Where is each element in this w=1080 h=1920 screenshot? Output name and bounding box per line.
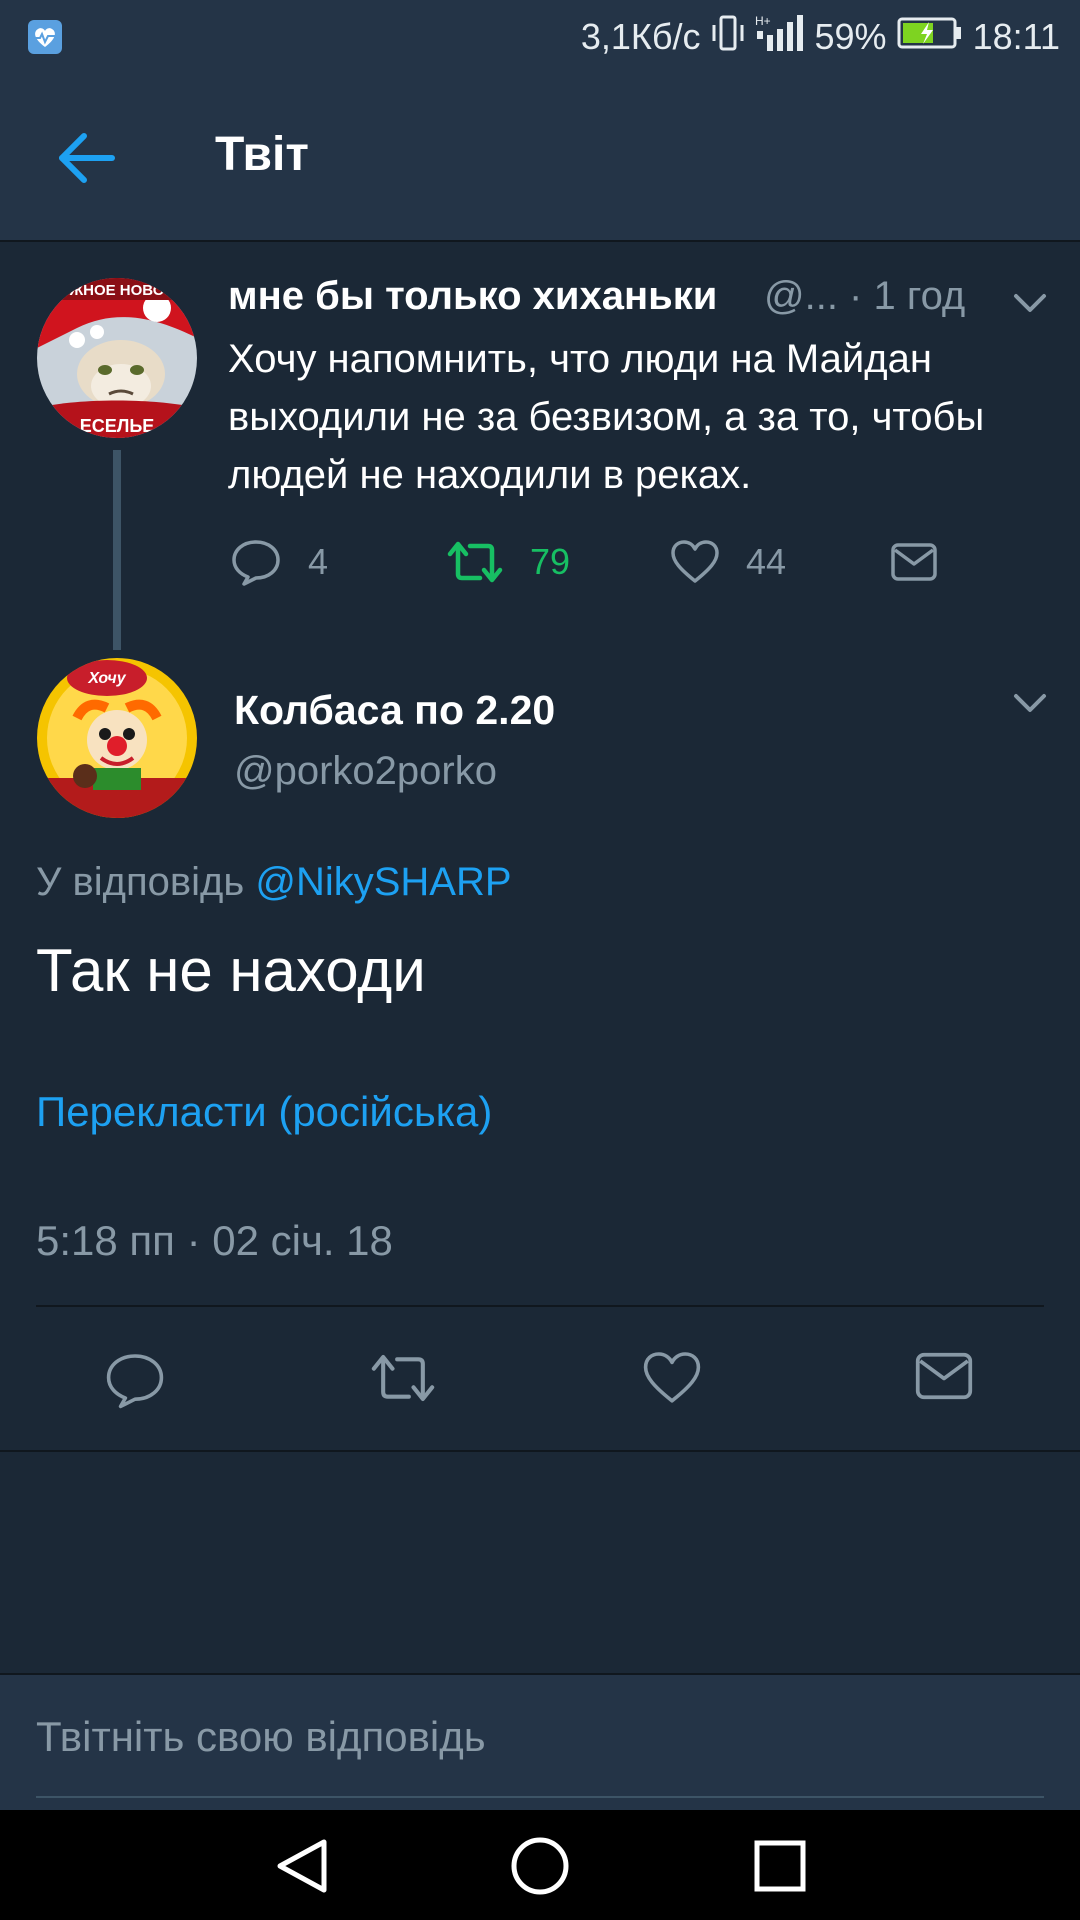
like-button[interactable] — [642, 1350, 706, 1410]
back-button[interactable] — [48, 123, 128, 193]
parent-message-button[interactable] — [890, 536, 938, 588]
retweet-icon — [447, 541, 503, 583]
parent-reply-count: 4 — [308, 541, 329, 582]
parent-like-count: 44 — [746, 541, 787, 582]
signal-icon: H+ — [755, 13, 805, 62]
clown-avatar-image: Хочу — [37, 658, 197, 818]
app-header: Твіт — [0, 75, 1080, 242]
thread-line — [113, 450, 121, 650]
page-title: Твіт — [215, 128, 309, 181]
reply-bar: Твітніть свою відповідь — [0, 1673, 1080, 1812]
svg-text:Хочу: Хочу — [87, 670, 126, 687]
reply-input-underline — [36, 1796, 1044, 1798]
nav-recents-icon — [754, 1840, 806, 1892]
back-arrow-icon — [59, 133, 115, 183]
retweet-icon — [371, 1354, 435, 1402]
parent-tweet-menu-button[interactable] — [1010, 288, 1050, 318]
main-tweet-text: Так не находи — [36, 937, 426, 1004]
battery-icon — [897, 16, 963, 59]
clock: 18:11 — [972, 16, 1060, 57]
network-speed: 3,1Кб/с — [580, 16, 701, 57]
tweet-timestamp: 5:18 пп · 02 січ. 18 — [36, 1217, 393, 1264]
status-bar: 3,1Кб/с H+ 59% 18:11 — [0, 0, 1080, 75]
main-tweet-menu-button[interactable] — [1010, 688, 1050, 718]
parent-author-name[interactable]: мне бы только хиханьки — [228, 274, 717, 319]
nav-home-icon — [511, 1837, 569, 1895]
reply-mention-link[interactable]: @NikySHARP — [255, 860, 511, 904]
translate-link[interactable]: Перекласти (російська) — [36, 1088, 492, 1136]
grumpy-cat-avatar-image: ЖНОЕ НОВО ЕСЕЛЬЕ — [37, 278, 197, 438]
like-icon — [671, 540, 719, 583]
vibrate-icon — [711, 13, 745, 62]
parent-author-meta: @... · 1 год — [764, 274, 966, 318]
chevron-down-icon — [1014, 294, 1046, 312]
battery-percent: 59% — [814, 16, 887, 57]
like-icon — [643, 1352, 701, 1403]
retweet-button[interactable] — [369, 1350, 435, 1410]
reply-icon — [232, 540, 280, 586]
divider — [36, 1305, 1044, 1307]
chevron-down-icon — [1014, 694, 1046, 712]
nav-home-button[interactable] — [505, 1834, 575, 1898]
status-right: 3,1Кб/с H+ 59% 18:11 — [581, 14, 1060, 60]
health-app-icon — [28, 20, 62, 54]
section-divider — [0, 1450, 1080, 1452]
parent-retweet-button[interactable]: 79 — [446, 536, 570, 588]
system-nav-bar — [0, 1810, 1080, 1920]
message-button[interactable] — [914, 1350, 978, 1410]
nav-recents-button[interactable] — [745, 1834, 815, 1898]
svg-text:ЕСЕЛЬЕ: ЕСЕЛЬЕ — [80, 416, 155, 436]
reply-to-label: У відповідь — [36, 860, 245, 904]
nav-back-icon — [277, 1839, 327, 1893]
parent-retweet-count: 79 — [530, 541, 571, 582]
reply-input[interactable]: Твітніть свою відповідь — [36, 1713, 1044, 1773]
nav-back-button[interactable] — [266, 1834, 336, 1898]
message-icon — [891, 543, 937, 581]
main-author-handle[interactable]: @porko2porko — [234, 749, 497, 794]
main-author-name[interactable]: Колбаса по 2.20 — [234, 687, 555, 734]
parent-reply-button[interactable]: 4 — [230, 536, 328, 588]
main-avatar[interactable]: Хочу — [37, 658, 197, 818]
message-icon — [915, 1352, 973, 1400]
parent-avatar[interactable]: ЖНОЕ НОВО ЕСЕЛЬЕ — [37, 278, 197, 438]
svg-text:H+: H+ — [755, 14, 771, 28]
svg-text:ЖНОЕ НОВО: ЖНОЕ НОВО — [69, 282, 165, 299]
reply-button[interactable] — [103, 1350, 167, 1410]
parent-like-button[interactable]: 44 — [670, 536, 786, 588]
reply-to-line: У відповідь @NikySHARP — [36, 860, 512, 905]
parent-tweet-text: Хочу напомнить, что люди на Майдан выход… — [228, 337, 985, 497]
reply-icon — [106, 1354, 164, 1409]
